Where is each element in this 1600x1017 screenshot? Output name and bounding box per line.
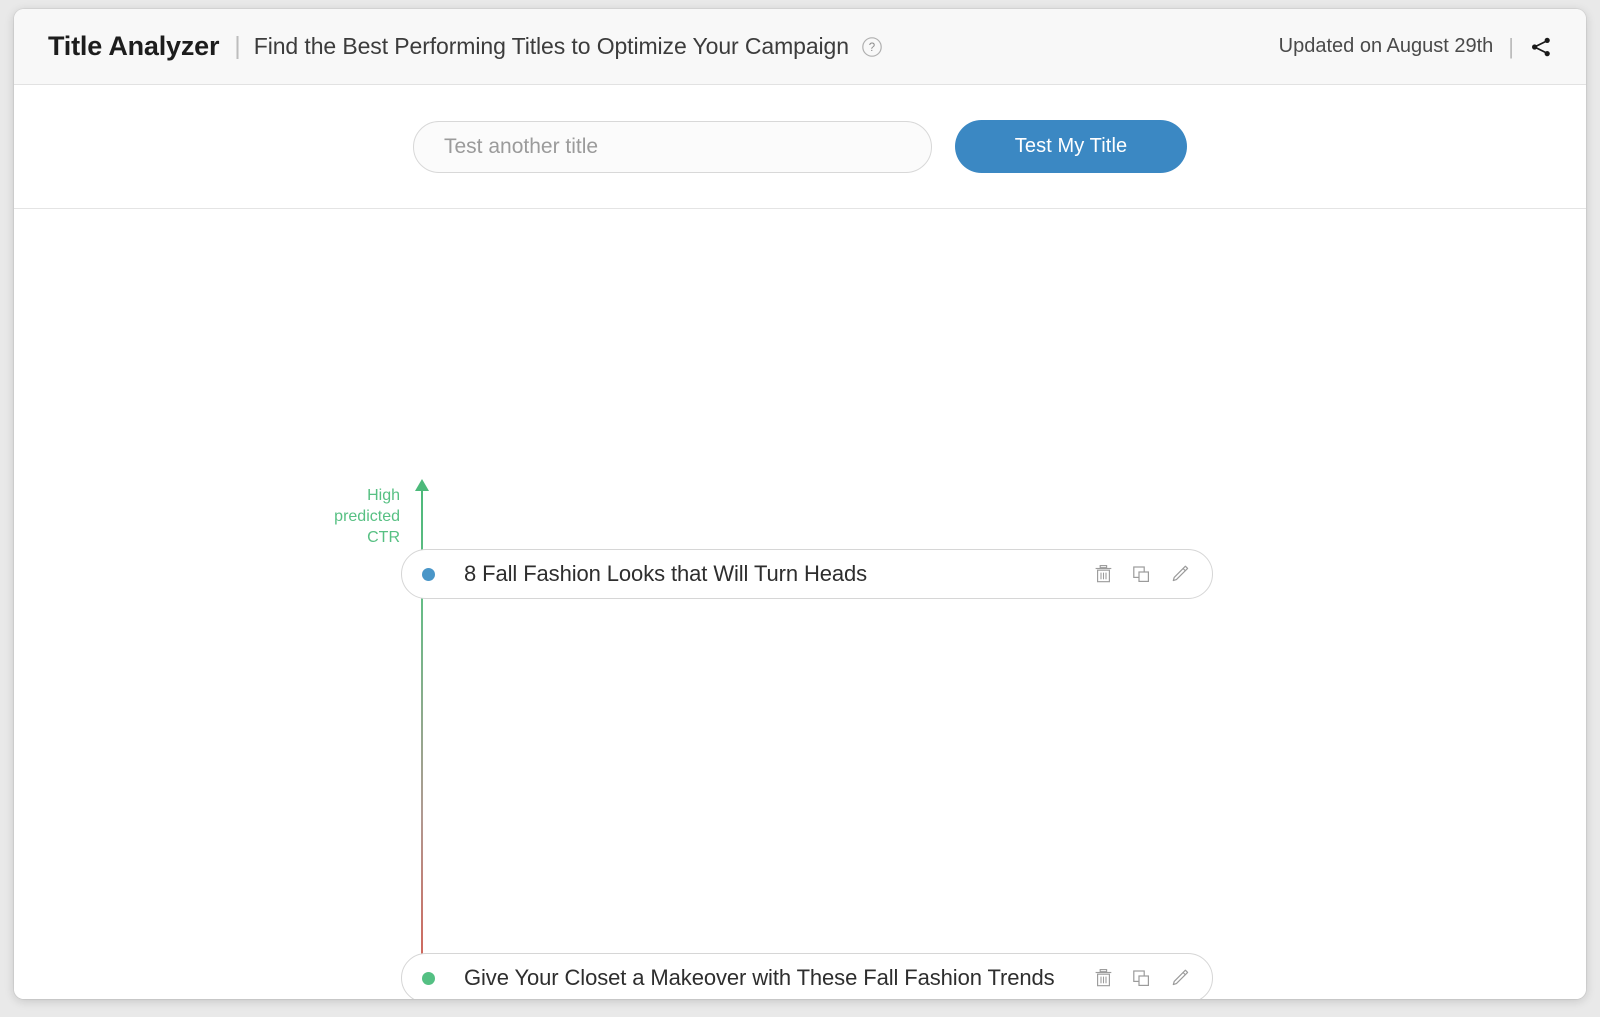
pencil-icon[interactable] [1168, 967, 1190, 990]
header-right-divider: | [1508, 33, 1514, 59]
header-left-group: Title Analyzer | Find the Best Performin… [48, 31, 1279, 62]
title-card-label: 8 Fall Fashion Looks that Will Turn Head… [464, 561, 868, 586]
title-card-actions [1092, 563, 1190, 586]
trash-icon[interactable] [1092, 563, 1114, 586]
axis-arrow-up-icon [415, 479, 429, 491]
question-mark-circle-icon[interactable]: ? [861, 36, 883, 58]
page-subtitle: Find the Best Performing Titles to Optim… [253, 33, 849, 59]
title-card[interactable]: Give Your Closet a Makeover with These F… [401, 953, 1213, 999]
title-card-actions [1092, 967, 1190, 990]
axis-label-high-line3: CTR [367, 529, 400, 546]
axis-label-high-line2: predicted [334, 508, 400, 525]
share-icon[interactable] [1528, 34, 1554, 60]
app-window: Title Analyzer | Find the Best Performin… [14, 9, 1586, 999]
test-my-title-button[interactable]: Test My Title [955, 120, 1187, 173]
svg-text:?: ? [869, 42, 875, 54]
title-card-dot [422, 971, 435, 985]
test-title-bar: Test My Title [14, 85, 1586, 209]
trash-icon[interactable] [1092, 967, 1114, 990]
header-divider: | [234, 32, 241, 60]
title-card-dot [422, 567, 435, 581]
title-card[interactable]: 8 Fall Fashion Looks that Will Turn Head… [401, 549, 1213, 599]
axis-label-high: High predicted CTR [280, 485, 400, 548]
copy-icon[interactable] [1130, 967, 1152, 990]
copy-icon[interactable] [1130, 563, 1152, 586]
app-title: Title Analyzer [48, 31, 220, 61]
title-card-label: Give Your Closet a Makeover with These F… [464, 965, 1055, 990]
app-header: Title Analyzer | Find the Best Performin… [14, 9, 1586, 85]
header-right-group: Updated on August 29th | [1279, 34, 1554, 60]
ctr-chart-area: High predicted CTR Low predicted CTR 8 F… [14, 209, 1586, 999]
pencil-icon[interactable] [1168, 563, 1190, 586]
title-input[interactable] [413, 120, 932, 173]
updated-timestamp: Updated on August 29th [1278, 35, 1494, 57]
axis-label-high-line1: High [367, 487, 400, 504]
